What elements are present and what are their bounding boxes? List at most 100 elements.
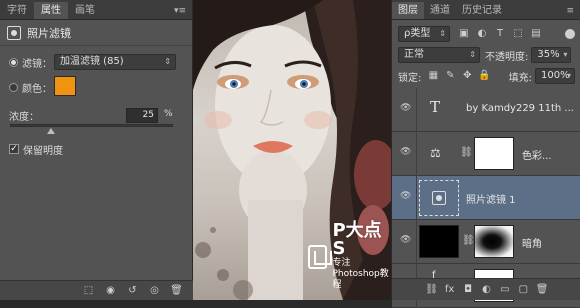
clip-to-layer-icon[interactable]: ⬚ (82, 285, 95, 297)
add-mask-icon[interactable]: ◘ (462, 284, 474, 296)
fill-value: 100% (541, 70, 570, 81)
tab-channels[interactable]: 通道 (424, 2, 456, 19)
color-row: 颜色： (0, 76, 193, 96)
filter-toggle[interactable] (565, 29, 575, 39)
properties-panel: 字符 属性 画笔 ▾≡ 照片滤镜 滤镜： 加温滤镜 (85) ⇕ 颜色： 浓度：… (0, 0, 193, 300)
layer-name[interactable]: 暗角 (522, 235, 542, 250)
color-radio[interactable] (9, 82, 18, 92)
layer-mask-thumbnail[interactable] (474, 137, 514, 170)
layer-row-selected[interactable]: 👁 照片滤镜 1 (392, 176, 580, 220)
properties-title: 照片滤镜 (27, 26, 71, 40)
watermark-title: P大点S (332, 220, 382, 259)
visibility-eye-icon[interactable]: ◎ (148, 285, 161, 297)
layer-row[interactable]: 👁 T by Kamdy229 11th ... (392, 88, 580, 132)
layer-mask-thumbnail[interactable] (474, 225, 514, 258)
lock-move-icon[interactable]: ✥ (461, 70, 473, 82)
new-group-icon[interactable]: ▭ (499, 284, 511, 296)
layer-visibility[interactable]: 👁 (392, 176, 417, 220)
chain-link-icon[interactable]: ⛓ (462, 235, 475, 246)
layers-footer: ⛓ fx ◘ ◐ ▭ ▢ 🗑 (392, 278, 580, 300)
filter-pixel-icon[interactable]: ▣ (458, 28, 470, 40)
chevron-down-icon: ▾ (566, 71, 571, 80)
watermark: P大点S 专注Photoshop教程 (308, 222, 391, 291)
layer-style-fx-icon[interactable]: fx (444, 284, 456, 296)
layers-tabbar: 图层 通道 历史记录 ≡ (392, 0, 580, 20)
filter-label: 滤镜： (22, 58, 52, 70)
layer-row[interactable]: 👁 ⛓ 暗角 (392, 220, 580, 264)
layer-row[interactable]: 👁 ⚖ ⛓ 色彩... (392, 132, 580, 176)
kind-filter-value: ρ类型 (404, 28, 431, 39)
new-adjustment-icon[interactable]: ◐ (480, 284, 492, 296)
trash-icon[interactable]: 🗑 (536, 284, 549, 296)
filter-shape-icon[interactable]: ⬚ (512, 28, 524, 40)
layers-menu-icon[interactable]: ≡ (566, 6, 574, 16)
color-label: 颜色： (22, 83, 52, 95)
tab-brush[interactable]: 画笔 (68, 2, 102, 19)
layers-list: 👁 T by Kamdy229 11th ... 👁 ⚖ ⛓ 色彩... 👁 照… (392, 88, 580, 308)
eye-icon[interactable]: 👁 (400, 148, 411, 157)
lock-all-icon[interactable]: 🔒 (478, 70, 490, 82)
layer-thumbnail[interactable] (419, 225, 459, 258)
lock-label: 锁定: (398, 72, 422, 84)
chevron-updown-icon: ⇕ (164, 57, 171, 66)
eye-icon[interactable]: 👁 (400, 104, 411, 113)
reset-icon[interactable]: ↺ (126, 285, 139, 297)
properties-header: 照片滤镜 (0, 20, 192, 46)
new-layer-icon[interactable]: ▢ (517, 284, 529, 296)
layer-visibility[interactable]: 👁 (392, 88, 417, 132)
chevron-updown-icon: ⇕ (439, 29, 446, 38)
density-row: 浓度： 25 % (0, 108, 193, 123)
filter-adjustment-icon[interactable]: ◐ (476, 28, 488, 40)
eye-icon[interactable]: 👁 (400, 236, 411, 245)
tab-character[interactable]: 字符 (0, 2, 34, 19)
opacity-input[interactable]: 35% ▾ (531, 47, 572, 63)
text-layer-icon: T (430, 98, 441, 116)
properties-tabbar: 字符 属性 画笔 ▾≡ (0, 0, 192, 20)
tab-layers[interactable]: 图层 (392, 2, 424, 19)
opacity-label: 不透明度: (485, 51, 529, 63)
tab-properties[interactable]: 属性 (34, 2, 68, 19)
properties-footer: ⬚ ◉ ↺ ◎ 🗑 (0, 280, 193, 300)
blend-row: 正常 ⇕ 不透明度: 35% ▾ (392, 44, 580, 66)
watermark-logo-icon (308, 244, 333, 269)
preserve-label: 保留明度 (23, 145, 63, 157)
preserve-row: ✓ 保留明度 (0, 143, 193, 157)
fill-input[interactable]: 100% ▾ (535, 68, 575, 84)
layer-name[interactable]: by Kamdy229 11th ... (466, 103, 574, 114)
layer-name[interactable]: 照片滤镜 1 (466, 191, 516, 206)
layer-visibility[interactable]: 👁 (392, 220, 417, 264)
layer-visibility[interactable]: 👁 (392, 132, 417, 176)
photo-filter-icon (7, 25, 21, 40)
filter-radio[interactable] (9, 57, 18, 67)
layer-filter-row: ρ类型 ⇕ ▣ ◐ T ⬚ ▤ (392, 23, 580, 45)
canvas-photo: P大点S 专注Photoshop教程 (193, 0, 391, 300)
lock-transparent-icon[interactable]: ▦ (427, 70, 439, 82)
trash-icon[interactable]: 🗑 (170, 285, 183, 297)
blend-mode-value: 正常 (404, 49, 424, 60)
density-label: 浓度： (9, 112, 39, 123)
density-input[interactable]: 25 (126, 108, 158, 123)
lock-paint-icon[interactable]: ✎ (444, 70, 456, 82)
fill-label: 填充: (508, 72, 532, 84)
preserve-checkbox[interactable]: ✓ (9, 144, 19, 154)
panel-menu-icon[interactable]: ▾≡ (174, 6, 186, 16)
photo-filter-icon (432, 191, 446, 205)
filter-type-icon[interactable]: T (494, 28, 506, 40)
density-slider-thumb[interactable] (47, 128, 55, 134)
tab-history[interactable]: 历史记录 (456, 2, 508, 19)
filter-select[interactable]: 加温滤镜 (85) ⇕ (54, 54, 176, 70)
eye-icon[interactable]: 👁 (400, 192, 411, 201)
chain-link-icon[interactable]: ⛓ (460, 147, 473, 158)
chevron-down-icon: ▾ (563, 50, 568, 59)
view-previous-icon[interactable]: ◉ (104, 285, 117, 297)
selection-box (419, 180, 459, 216)
blend-mode-select[interactable]: 正常 ⇕ (398, 47, 480, 63)
layer-name[interactable]: 色彩... (522, 147, 552, 162)
opacity-value: 35% (537, 49, 560, 60)
link-layers-icon[interactable]: ⛓ (425, 284, 438, 296)
filter-smart-icon[interactable]: ▤ (530, 28, 542, 40)
density-slider-track[interactable] (10, 124, 173, 127)
chevron-updown-icon: ⇕ (469, 50, 476, 59)
color-swatch[interactable] (54, 76, 76, 96)
kind-filter-select[interactable]: ρ类型 ⇕ (398, 26, 450, 42)
